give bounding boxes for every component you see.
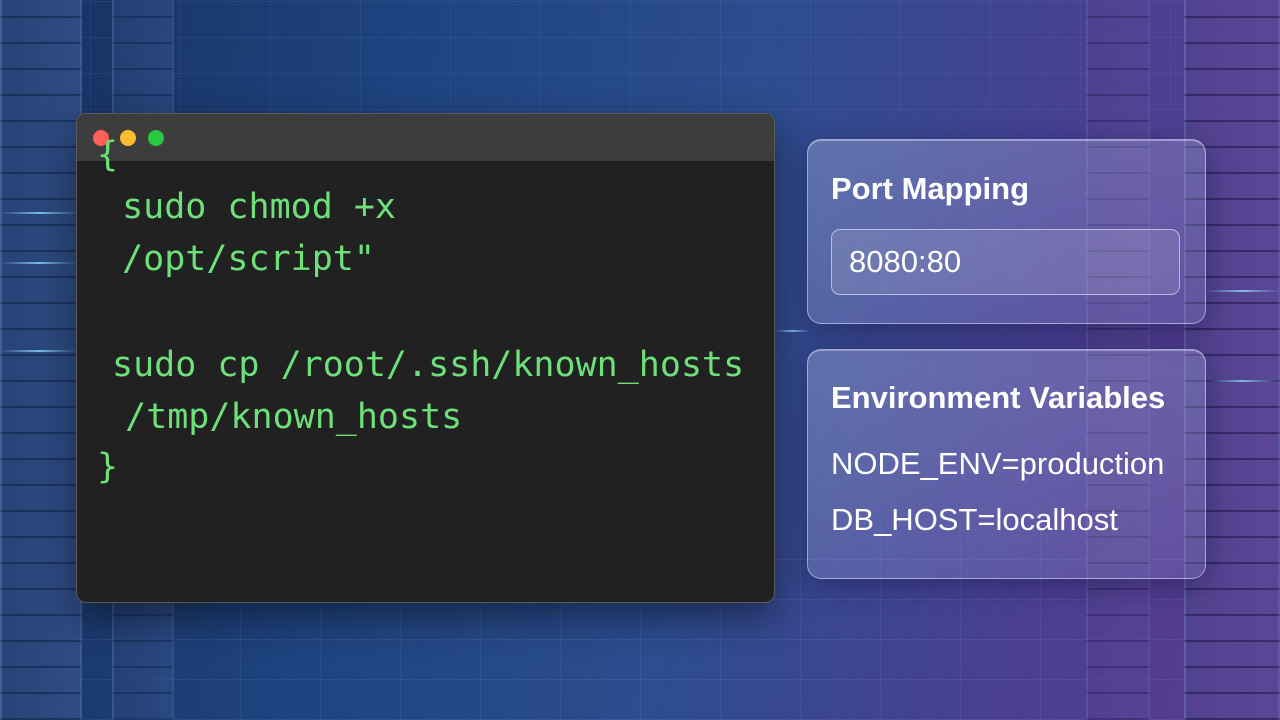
code-block: { sudo chmod +x /opt/script" sudo cp /ro… [77,135,774,602]
light-streak [0,212,80,214]
port-mapping-panel: Port Mapping [807,139,1206,324]
port-mapping-title: Port Mapping [831,171,1030,206]
terminal-window: { sudo chmod +x /opt/script" sudo cp /ro… [76,113,775,603]
code-line: { [97,135,119,175]
server-rack [0,0,82,720]
maximize-dot[interactable] [148,130,164,146]
env-var-item: DB_HOST=localhost [831,502,1118,537]
port-mapping-input[interactable] [831,229,1180,295]
code-line: } [97,447,119,487]
light-streak [1205,290,1280,292]
minimize-dot[interactable] [120,130,136,146]
light-streak [1205,380,1280,382]
code-line: /tmp/known_hosts [104,397,463,437]
code-line: /opt/script" [101,239,375,279]
environment-variables-panel: Environment Variables NODE_ENV=productio… [807,349,1206,579]
light-streak [0,262,78,264]
environment-variables-title: Environment Variables [831,380,1166,415]
code-line: sudo cp /root/.ssh/known_hosts [112,345,745,385]
light-streak [775,330,810,332]
terminal-titlebar [77,114,774,161]
env-var-item: NODE_ENV=production [831,446,1165,481]
code-line: sudo chmod +x [101,187,397,227]
light-streak [0,350,78,352]
